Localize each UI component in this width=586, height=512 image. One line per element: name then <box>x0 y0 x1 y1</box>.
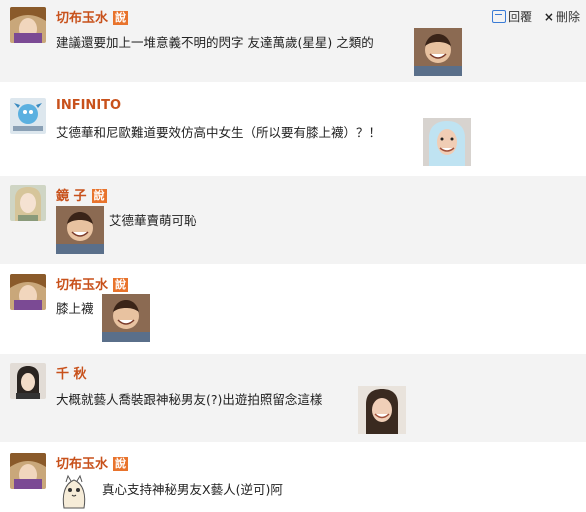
comment-item: 切布玉水說 膝上襪 <box>0 264 586 354</box>
comment-item: 切布玉水說 回覆 × 刪除 建議還要加上一堆意義不明的閃字 友達萬歲(星星) 之類… <box>0 0 586 82</box>
comment-text: 艾德華賣萌可恥 <box>109 213 197 228</box>
comment-item: 切布玉水說 真心支持神秘男友X藝人(逆可)阿 <box>0 442 586 512</box>
user-avatar[interactable] <box>10 98 46 134</box>
username[interactable]: INFINITO <box>56 98 121 113</box>
reply-button[interactable]: 回覆 <box>492 8 532 25</box>
sticker-owl-emoticon <box>56 472 92 512</box>
say-badge: 說 <box>113 457 129 471</box>
user-avatar[interactable] <box>10 274 46 310</box>
say-badge: 說 <box>113 11 129 25</box>
username[interactable]: 千 秋 <box>56 363 87 382</box>
sticker-blue-hair-face <box>423 118 471 166</box>
user-avatar[interactable] <box>10 185 46 221</box>
say-badge: 說 <box>113 278 129 292</box>
username[interactable]: 切布玉水說 <box>56 453 129 472</box>
sticker-laughing-face <box>56 206 104 254</box>
comment-text: 艾德華和尼歐難道要效仿高中女生（所以要有膝上襪）？！ <box>56 125 382 140</box>
comment-item: 千 秋 大概就藝人喬裝跟神秘男友(?)出遊拍照留念這樣 <box>0 354 586 442</box>
user-avatar[interactable] <box>10 363 46 399</box>
user-avatar[interactable] <box>10 7 46 43</box>
reply-icon <box>492 10 507 23</box>
username[interactable]: 鏡 子說 <box>56 185 107 204</box>
username[interactable]: 切布玉水說 <box>56 7 129 26</box>
sticker-laughing-girl <box>358 386 406 434</box>
comment-item: 鏡 子說 艾德華賣萌可恥 <box>0 176 586 264</box>
sticker-laughing-face <box>414 28 462 76</box>
comment-text: 大概就藝人喬裝跟神秘男友(?)出遊拍照留念這樣 <box>56 392 323 407</box>
comment-actions: 回覆 × 刪除 <box>484 8 580 25</box>
delete-button[interactable]: × 刪除 <box>544 8 580 25</box>
comment-text: 建議還要加上一堆意義不明的閃字 友達萬歲(星星) 之類的 <box>56 35 374 50</box>
user-avatar[interactable] <box>10 453 46 489</box>
delete-icon: × <box>543 10 554 24</box>
username[interactable]: 切布玉水說 <box>56 274 129 293</box>
comment-text: 真心支持神秘男友X藝人(逆可)阿 <box>102 482 283 497</box>
comment-item: INFINITO 艾德華和尼歐難道要效仿高中女生（所以要有膝上襪）？！ <box>0 82 586 176</box>
comment-text: 膝上襪 <box>56 301 94 316</box>
say-badge: 說 <box>91 189 107 203</box>
sticker-laughing-face <box>102 294 150 342</box>
